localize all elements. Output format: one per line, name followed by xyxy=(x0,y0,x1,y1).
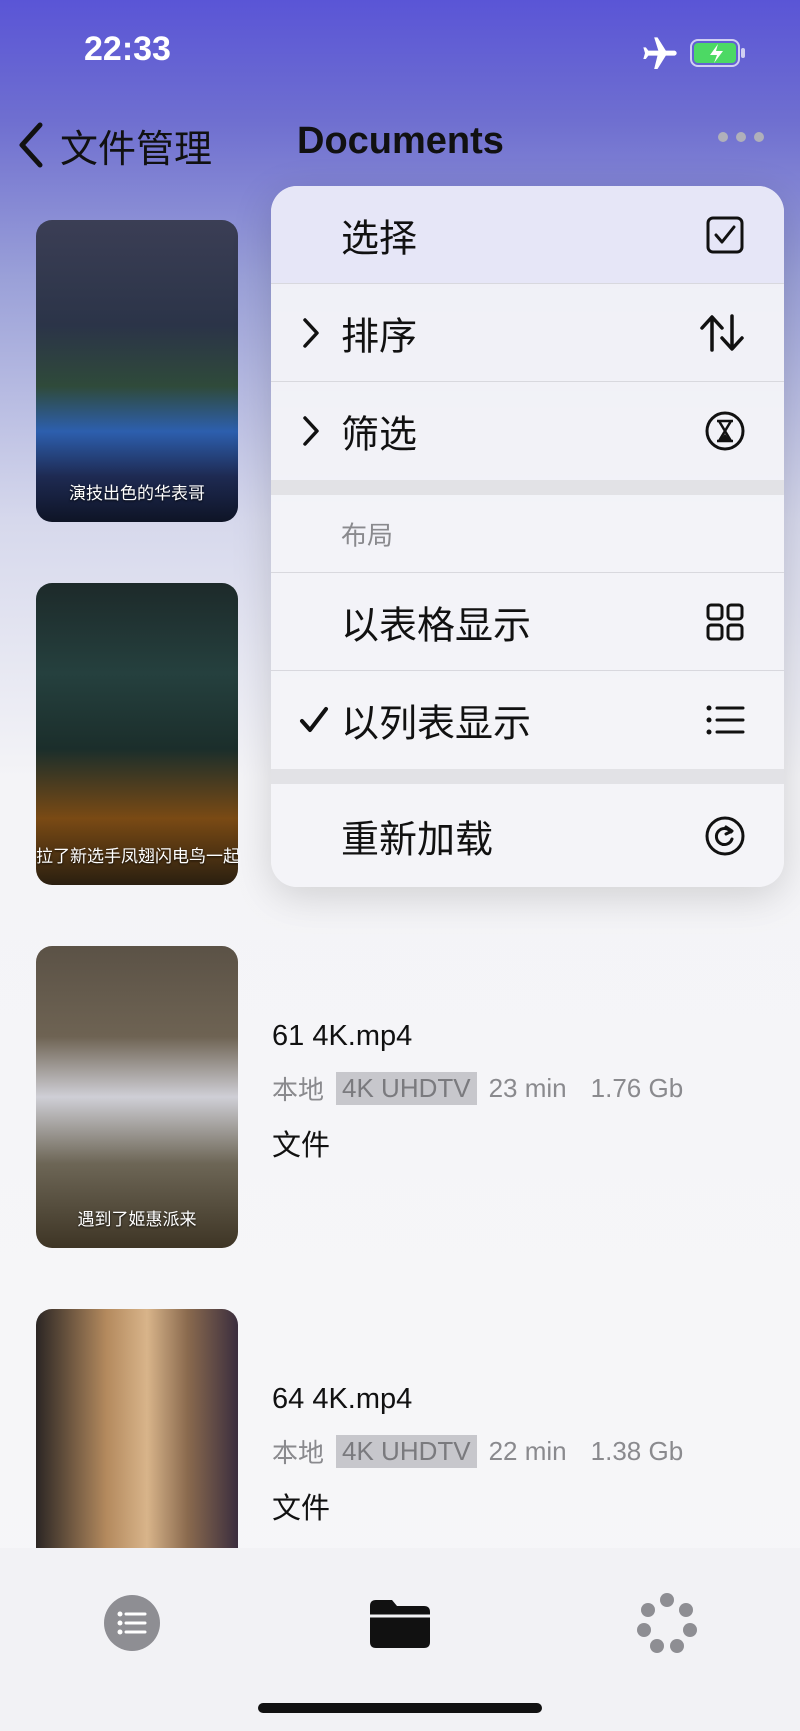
file-size: 1.38 Gb xyxy=(590,1436,684,1466)
menu-item-label: 以表格显示 xyxy=(341,605,532,647)
more-options-icon[interactable] xyxy=(716,130,766,144)
navigation-bar: 文件管理 Documents xyxy=(0,100,800,190)
menu-item-label: 筛选 xyxy=(341,414,418,457)
menu-item-filter[interactable]: 筛选 xyxy=(271,382,784,480)
file-size: 1.76 Gb xyxy=(590,1073,684,1103)
file-meta: 本地 4K UHDTV 22 min 1.38 Gb xyxy=(272,1433,683,1470)
status-bar: 22:33 xyxy=(0,0,800,100)
file-meta: 本地 4K UHDTV 23 min 1.76 Gb xyxy=(272,1070,683,1107)
menu-item-select[interactable]: 选择 xyxy=(271,186,784,284)
video-thumbnail: 演技出色的华表哥 xyxy=(36,220,238,522)
video-thumbnail: 拉了新选手凤翅闪电鸟一起 xyxy=(36,583,238,885)
reload-icon xyxy=(705,816,745,855)
video-thumbnail: 遇到了姬惠派来 xyxy=(36,946,238,1248)
battery-charging-icon xyxy=(690,39,745,67)
file-name: 64 4K.mp4 xyxy=(272,1383,413,1415)
grid-icon xyxy=(706,603,744,640)
thumbnail-caption: 演技出色的华表哥 xyxy=(69,484,205,503)
checkbox-icon xyxy=(706,216,744,253)
chevron-right-icon xyxy=(303,317,319,348)
menu-item-list[interactable]: 以列表显示 xyxy=(271,671,784,769)
menu-item-label: 重新加载 xyxy=(341,819,494,861)
menu-divider xyxy=(271,480,784,495)
context-menu: 选择 排序 筛选 布局 以表格显示 以列表显示 重新加载 xyxy=(271,186,784,887)
menu-item-reload[interactable]: 重新加载 xyxy=(271,784,784,887)
back-label: 文件管理 xyxy=(60,128,213,171)
file-duration: 22 min xyxy=(488,1436,567,1466)
list-icon[interactable] xyxy=(97,1588,167,1658)
back-button[interactable]: 文件管理 xyxy=(16,118,212,172)
section-label: 布局 xyxy=(341,520,394,550)
thumbnail-caption: 遇到了姬惠派来 xyxy=(77,1210,197,1229)
home-indicator xyxy=(258,1703,542,1713)
quality-badge: 4K UHDTV xyxy=(336,1435,477,1468)
menu-item-label: 排序 xyxy=(341,316,418,358)
file-kind: 文件 xyxy=(272,1130,331,1162)
sort-arrows-icon xyxy=(700,313,744,352)
menu-item-grid[interactable]: 以表格显示 xyxy=(271,573,784,671)
file-name: 61 4K.mp4 xyxy=(272,1020,413,1052)
list-item[interactable]: 遇到了姬惠派来 61 4K.mp4 本地 4K UHDTV 23 min 1.7… xyxy=(0,946,800,1266)
file-kind: 文件 xyxy=(272,1493,331,1525)
thumbnail-caption: 拉了新选手凤翅闪电鸟一起 xyxy=(36,847,238,866)
chevron-left-icon xyxy=(19,122,43,168)
menu-item-label: 选择 xyxy=(341,218,418,260)
menu-item-label: 以列表显示 xyxy=(341,703,532,746)
checkmark-icon xyxy=(300,707,328,732)
page-title: Documents xyxy=(297,120,504,162)
folder-icon[interactable] xyxy=(365,1588,435,1658)
menu-divider xyxy=(271,769,784,784)
menu-section-header: 布局 xyxy=(271,495,784,573)
quality-badge: 4K UHDTV xyxy=(336,1072,477,1105)
file-source: 本地 xyxy=(272,1438,325,1468)
hourglass-icon xyxy=(705,411,745,451)
menu-item-sort[interactable]: 排序 xyxy=(271,284,784,382)
airplane-mode-icon xyxy=(643,37,677,69)
file-source: 本地 xyxy=(272,1075,325,1105)
video-thumbnail xyxy=(36,1309,238,1548)
dots-cluster-icon[interactable] xyxy=(632,1588,702,1658)
status-time: 22:33 xyxy=(84,30,171,68)
list-icon xyxy=(706,705,745,735)
chevron-right-icon xyxy=(303,416,319,446)
file-duration: 23 min xyxy=(488,1073,567,1103)
